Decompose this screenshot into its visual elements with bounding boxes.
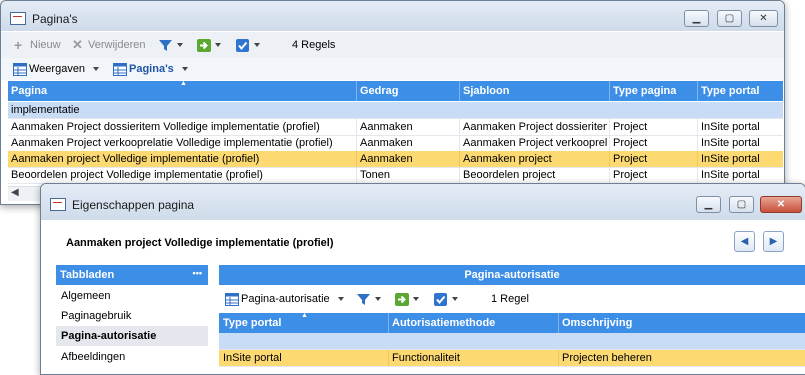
paginas-window: Pagina's ▁ ▢ ✕ + Nieuw ✕ Verwijderen 4 R… <box>0 0 785 205</box>
column-header-autorisatiemethode[interactable]: Autorisatiemethode <box>392 317 495 329</box>
tabs-header: Tabbladen ••• <box>56 265 208 285</box>
maximize-button[interactable]: ▢ <box>729 196 754 213</box>
current-view-dropdown[interactable]: Pagina's <box>113 59 188 79</box>
tab-paginagebruik[interactable]: Paginagebruik <box>61 310 131 322</box>
select-button[interactable] <box>434 289 458 309</box>
action-toolbar: + Nieuw ✕ Verwijderen 4 Regels <box>1 32 784 58</box>
green-arrow-icon <box>395 292 409 306</box>
chevron-down-icon <box>215 43 221 47</box>
title-bar[interactable]: Eigenschappen pagina ▁ ▢ ✕ <box>41 184 805 220</box>
checkbox-icon <box>236 38 249 52</box>
next-button[interactable]: ▶ <box>763 231 784 252</box>
table-row[interactable]: Beoordelen project Volledige implementat… <box>8 167 783 184</box>
tab-afbeeldingen[interactable]: Afbeeldingen <box>61 351 125 363</box>
tab-algemeen[interactable]: Algemeen <box>61 290 111 302</box>
column-header-sjabloon[interactable]: Sjabloon <box>463 85 509 97</box>
column-header-type-portal[interactable]: Type portal <box>701 85 759 97</box>
grid-header: Pagina ▲ Gedrag Sjabloon Type pagina Typ… <box>8 80 783 101</box>
grid-header: Type portal ▲ Autorisatiemethode Omschri… <box>219 312 805 333</box>
column-header-omschrijving[interactable]: Omschrijving <box>562 317 632 329</box>
filter-row[interactable] <box>219 333 805 350</box>
window-title: Pagina's <box>32 12 78 26</box>
grid-view-icon <box>225 292 239 306</box>
table-row-selected[interactable]: InSite portal Functionaliteit Projecten … <box>219 350 805 367</box>
views-dropdown[interactable]: Weergaven <box>13 59 100 79</box>
tabs-panel: Tabbladen ••• Algemeen Paginagebruik Pag… <box>56 265 208 374</box>
column-header-type-portal[interactable]: Type portal <box>223 317 281 329</box>
window-icon <box>10 12 26 25</box>
filter-icon <box>357 293 370 306</box>
table-row-selected[interactable]: Aanmaken project Volledige implementatie… <box>8 151 783 168</box>
grid-view-icon <box>13 62 27 76</box>
sort-ascending-icon: ▲ <box>180 80 187 87</box>
new-button[interactable]: + Nieuw <box>14 35 61 55</box>
chevron-down-icon <box>452 297 458 301</box>
page-heading: Aanmaken project Volledige implementatie… <box>66 237 334 249</box>
chevron-down-icon <box>93 67 100 71</box>
panel-title-bar: Pagina-autorisatie <box>219 265 805 285</box>
delete-button[interactable]: ✕ Verwijderen <box>72 35 145 55</box>
window-title: Eigenschappen pagina <box>72 198 195 212</box>
close-button[interactable]: ✕ <box>760 196 802 213</box>
authorization-panel: Pagina-autorisatie Pagina-autorisatie 1 … <box>219 265 805 374</box>
paginas-grid: Pagina ▲ Gedrag Sjabloon Type pagina Typ… <box>8 80 783 186</box>
minimize-button[interactable]: ▁ <box>696 196 721 213</box>
delete-x-icon: ✕ <box>72 36 83 52</box>
record-count: 1 Regel <box>491 293 529 305</box>
window-icon <box>50 198 66 211</box>
navigate-button[interactable] <box>395 289 419 309</box>
close-button[interactable]: ✕ <box>749 10 778 27</box>
previous-button[interactable]: ◀ <box>734 231 755 252</box>
filter-icon <box>159 39 172 52</box>
chevron-down-icon <box>375 297 381 301</box>
chevron-down-icon <box>177 43 183 47</box>
sort-ascending-icon: ▲ <box>301 312 308 319</box>
table-view-icon <box>113 62 127 76</box>
filter-button[interactable] <box>357 289 381 309</box>
chevron-down-icon <box>181 67 188 71</box>
select-button[interactable] <box>236 35 260 55</box>
panel-title: Pagina-autorisatie <box>464 269 560 281</box>
checkbox-icon <box>434 292 447 306</box>
record-count: 4 Regels <box>292 39 336 51</box>
properties-window: Eigenschappen pagina ▁ ▢ ✕ Aanmaken proj… <box>40 183 805 375</box>
table-row[interactable]: Aanmaken Project verkooprelatie Volledig… <box>8 135 783 152</box>
column-header-type-pagina[interactable]: Type pagina <box>613 85 676 97</box>
tab-pagina-autorisatie[interactable]: Pagina-autorisatie <box>56 326 208 346</box>
green-arrow-icon <box>197 38 211 52</box>
column-header-pagina[interactable]: Pagina <box>11 85 47 97</box>
plus-icon: + <box>14 36 23 53</box>
group-label: implementatie <box>11 104 80 116</box>
maximize-button[interactable]: ▢ <box>717 10 742 27</box>
chevron-down-icon <box>254 43 260 47</box>
more-options-icon[interactable]: ••• <box>193 268 202 278</box>
title-bar[interactable]: Pagina's ▁ ▢ ✕ <box>1 1 784 31</box>
scroll-left-icon[interactable]: ◀ <box>11 187 19 198</box>
navigate-button[interactable] <box>197 35 221 55</box>
view-toolbar: Weergaven Pagina's <box>1 58 784 80</box>
minimize-button[interactable]: ▁ <box>684 10 709 27</box>
group-row[interactable]: implementatie <box>8 102 783 119</box>
column-header-gedrag[interactable]: Gedrag <box>360 85 399 97</box>
header-panel: Aanmaken project Volledige implementatie… <box>41 221 805 264</box>
chevron-down-icon <box>413 297 419 301</box>
table-row[interactable]: Aanmaken Project dossieritem Volledige i… <box>8 119 783 136</box>
chevron-down-icon <box>337 297 344 301</box>
filter-button[interactable] <box>159 35 183 55</box>
panel-view-dropdown[interactable]: Pagina-autorisatie <box>225 289 344 309</box>
panel-toolbar: Pagina-autorisatie 1 Regel <box>219 286 805 312</box>
